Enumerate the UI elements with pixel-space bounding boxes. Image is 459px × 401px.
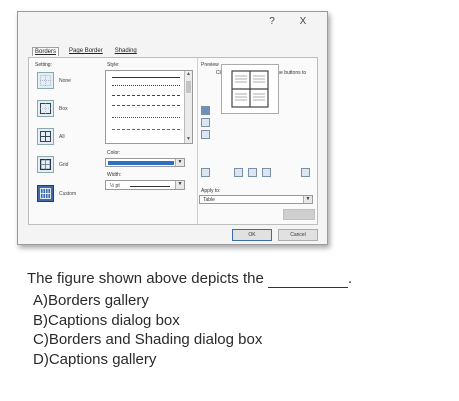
inside-horizontal-border-button[interactable] xyxy=(201,118,210,127)
diagonal-down-border-button[interactable] xyxy=(201,168,210,177)
scroll-up-icon[interactable]: ▲ xyxy=(185,71,192,78)
options-button[interactable] xyxy=(283,209,315,220)
divider xyxy=(197,58,198,224)
style-option-dotted[interactable] xyxy=(112,85,180,86)
setting-custom-label: Custom xyxy=(59,191,77,197)
style-option-dash-dot[interactable] xyxy=(112,117,180,118)
setting-all[interactable]: All xyxy=(37,128,97,148)
style-scrollbar[interactable]: ▲ ▼ xyxy=(184,71,192,143)
style-option-long-dash[interactable] xyxy=(112,105,180,106)
scroll-down-icon[interactable]: ▼ xyxy=(185,136,192,143)
tab-strip: Borders Page Border Shading xyxy=(32,47,139,56)
question-end: . xyxy=(348,270,353,287)
style-option-dash-dot-dot[interactable] xyxy=(112,129,180,130)
apply-to-label: Apply to: xyxy=(201,188,221,194)
option-b[interactable]: B)Captions dialog box xyxy=(33,311,180,330)
all-borders-icon xyxy=(37,128,54,145)
width-label: Width: xyxy=(107,172,122,178)
width-dropdown[interactable]: ½ pt ▼ xyxy=(105,180,185,190)
setting-none[interactable]: None xyxy=(37,72,97,92)
tab-borders[interactable]: Borders xyxy=(32,47,60,56)
left-border-button[interactable] xyxy=(234,168,243,177)
setting-all-label: All xyxy=(59,134,65,140)
custom-border-icon xyxy=(37,185,54,202)
setting-none-label: None xyxy=(59,78,71,84)
setting-box-label: Box xyxy=(59,106,68,112)
ok-button[interactable]: OK xyxy=(232,229,272,241)
help-button[interactable]: ? xyxy=(265,16,279,27)
apply-to-value: Table xyxy=(203,197,215,203)
tab-page-border[interactable]: Page Border xyxy=(67,47,105,56)
cancel-button[interactable]: Cancel xyxy=(278,229,318,241)
color-swatch xyxy=(108,161,174,165)
setting-grid[interactable]: Grid xyxy=(37,156,97,176)
color-dropdown[interactable]: ▼ xyxy=(105,158,185,167)
grid-border-icon xyxy=(37,156,54,173)
scroll-thumb[interactable] xyxy=(186,81,191,93)
color-label: Color: xyxy=(107,150,121,156)
apply-to-dropdown[interactable]: Table ▼ xyxy=(199,195,313,204)
question-text: The figure shown above depicts the . xyxy=(27,269,352,288)
option-c[interactable]: C)Borders and Shading dialog box xyxy=(33,330,262,349)
close-button[interactable]: X xyxy=(296,16,310,27)
chevron-down-icon: ▼ xyxy=(175,159,184,166)
preview-label: Preview xyxy=(201,62,219,68)
box-border-icon xyxy=(37,100,54,117)
setting-custom[interactable]: Custom xyxy=(37,185,97,205)
diagonal-up-border-button[interactable] xyxy=(301,168,310,177)
none-border-icon xyxy=(37,72,54,89)
top-border-button[interactable] xyxy=(201,106,210,115)
borders-and-shading-dialog: ? X Borders Page Border Shading Setting:… xyxy=(17,11,328,245)
preview-table-icon xyxy=(231,70,269,108)
bottom-border-button[interactable] xyxy=(201,130,210,139)
style-list[interactable]: ▲ ▼ xyxy=(105,70,193,144)
width-value: ½ pt xyxy=(110,183,120,189)
chevron-down-icon: ▼ xyxy=(175,181,184,189)
preview-diagram[interactable] xyxy=(221,64,279,114)
style-option-solid[interactable] xyxy=(112,77,180,78)
setting-label: Setting: xyxy=(35,62,52,68)
inside-vertical-border-button[interactable] xyxy=(248,168,257,177)
question-stem: The figure shown above depicts the xyxy=(27,270,264,287)
tab-shading[interactable]: Shading xyxy=(113,47,139,56)
option-d[interactable]: D)Captions gallery xyxy=(33,350,156,369)
style-option-dashed[interactable] xyxy=(112,95,180,96)
style-label: Style: xyxy=(107,62,120,68)
right-border-button[interactable] xyxy=(262,168,271,177)
chevron-down-icon: ▼ xyxy=(303,196,312,203)
title-bar: ? X xyxy=(18,12,327,34)
setting-box[interactable]: Box xyxy=(37,100,97,120)
option-a[interactable]: A)Borders gallery xyxy=(33,291,149,310)
width-line-sample xyxy=(130,186,170,187)
answer-blank xyxy=(268,273,348,288)
setting-grid-label: Grid xyxy=(59,162,69,168)
